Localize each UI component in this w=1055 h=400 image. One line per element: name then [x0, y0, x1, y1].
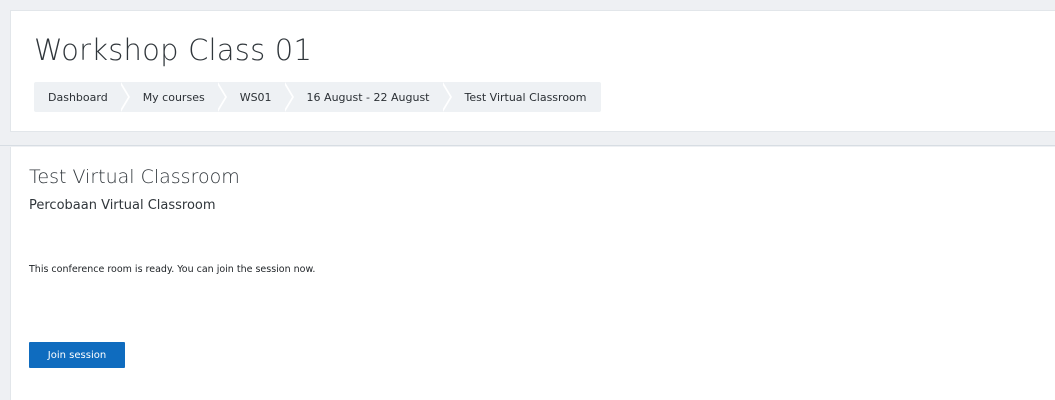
breadcrumb-item-my-courses[interactable]: My courses	[129, 82, 219, 112]
page-title: Workshop Class 01	[34, 33, 313, 67]
section-divider	[0, 132, 1055, 146]
breadcrumb-item-activity[interactable]: Test Virtual Classroom	[451, 82, 601, 112]
page-header: Workshop Class 01 Dashboard My courses W…	[10, 10, 1055, 132]
breadcrumb-item-week[interactable]: 16 August - 22 August	[293, 82, 444, 112]
breadcrumb: Dashboard My courses WS01 16 August - 22…	[34, 82, 601, 112]
activity-title: Test Virtual Classroom	[29, 166, 240, 188]
breadcrumb-item-course[interactable]: WS01	[226, 82, 286, 112]
breadcrumb-item-dashboard[interactable]: Dashboard	[34, 82, 122, 112]
main-content: Test Virtual Classroom Percobaan Virtual…	[10, 147, 1055, 400]
activity-description: Percobaan Virtual Classroom	[29, 198, 216, 213]
join-session-button[interactable]: Join session	[29, 342, 125, 368]
status-message: This conference room is ready. You can j…	[29, 264, 316, 275]
